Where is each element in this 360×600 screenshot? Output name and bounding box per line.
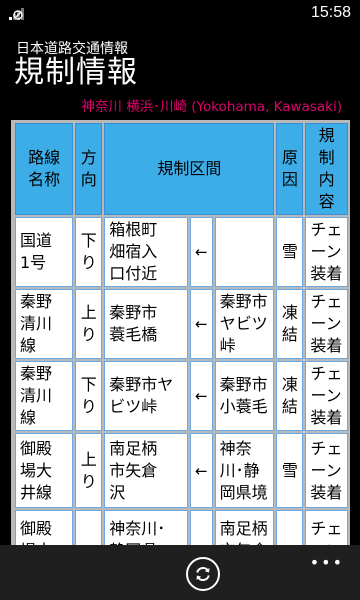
header-route: 路線 名称	[15, 123, 74, 215]
table-row: 国道 1号下り箱根町 畑宿入 口付近 ← 雪チェ ーン 装着	[15, 217, 348, 287]
cell-to	[214, 217, 275, 287]
regulation-table-panel[interactable]: 路線 名称 方向 規制区間 原因 規制内容 国道 1号下り箱根町 畑宿入 口付近 ← 雪チェ…	[11, 120, 350, 545]
header-section: 規制区間	[104, 123, 275, 215]
refresh-button[interactable]	[186, 557, 220, 591]
cell-detail: チェ ーン 装着	[305, 433, 348, 508]
table-row: 御殿場大神奈川･静岡県南足柄市矢倉チェーン	[15, 510, 348, 545]
cell-cause: 雪	[276, 217, 304, 287]
table-row: 秦野 清川線上り秦野市 蓑毛橋 ← 秦野市 ヤビツ峠凍結チェ ーン 装着	[15, 289, 348, 359]
cell-detail: チェーン	[305, 510, 348, 545]
header-direction: 方向	[75, 123, 103, 215]
cell-cause	[276, 510, 304, 545]
cell-direction: 下り	[75, 217, 103, 287]
cell-arrow: ←	[190, 433, 213, 508]
regulation-table: 路線 名称 方向 規制区間 原因 規制内容 国道 1号下り箱根町 畑宿入 口付近 ← 雪チェ…	[13, 121, 350, 545]
cell-to: 秦野市 ヤビツ峠	[214, 289, 275, 359]
cell-cause: 凍結	[276, 289, 304, 359]
cell-arrow: ←	[190, 217, 213, 287]
status-bar: 15:58	[0, 0, 360, 30]
header-cause: 原因	[276, 123, 304, 215]
table-row: 御殿 場大 井線上り南足柄 市矢倉沢 ← 神奈 川･静 岡県境雪チェ ーン 装着	[15, 433, 348, 508]
cell-from: 神奈川･静岡県	[104, 510, 189, 545]
cell-route: 秦野 清川線	[15, 289, 74, 359]
cell-from: 秦野市 蓑毛橋	[104, 289, 189, 359]
cell-to: 神奈 川･静 岡県境	[214, 433, 275, 508]
cell-direction	[75, 510, 103, 545]
signal-icon	[9, 8, 24, 20]
cell-route: 御殿場大	[15, 510, 74, 545]
table-row: 秦野 清川線下り秦野市ヤ ビツ峠 ← 秦野市 小蓑毛凍結チェ ーン 装着	[15, 361, 348, 431]
cell-arrow	[190, 510, 213, 545]
region-label: 神奈川 横浜･川崎 (Yokohama, Kawasaki)	[81, 99, 342, 115]
cell-to: 秦野市 小蓑毛	[214, 361, 275, 431]
page-title: 規制情報	[14, 55, 138, 90]
cell-direction: 下り	[75, 361, 103, 431]
cell-detail: チェ ーン 装着	[305, 217, 348, 287]
refresh-icon	[196, 566, 210, 582]
cell-from: 秦野市ヤ ビツ峠	[104, 361, 189, 431]
cell-detail: チェ ーン 装着	[305, 361, 348, 431]
cell-cause: 凍結	[276, 361, 304, 431]
cell-route: 御殿 場大 井線	[15, 433, 74, 508]
header-detail: 規制内容	[305, 123, 348, 215]
cell-direction: 上り	[75, 289, 103, 359]
more-options-button[interactable]: •••	[310, 553, 344, 572]
cell-from: 南足柄 市矢倉沢	[104, 433, 189, 508]
cell-arrow: ←	[190, 361, 213, 431]
cell-route: 国道 1号	[15, 217, 74, 287]
cell-route: 秦野 清川線	[15, 361, 74, 431]
cell-to: 南足柄市矢倉	[214, 510, 275, 545]
cell-direction: 上り	[75, 433, 103, 508]
clock: 15:58	[310, 4, 351, 21]
app-bar: •••	[0, 545, 360, 600]
cell-cause: 雪	[276, 433, 304, 508]
cell-detail: チェ ーン 装着	[305, 289, 348, 359]
table-header-row: 路線 名称 方向 規制区間 原因 規制内容	[15, 123, 348, 215]
cell-arrow: ←	[190, 289, 213, 359]
cell-from: 箱根町 畑宿入 口付近	[104, 217, 189, 287]
